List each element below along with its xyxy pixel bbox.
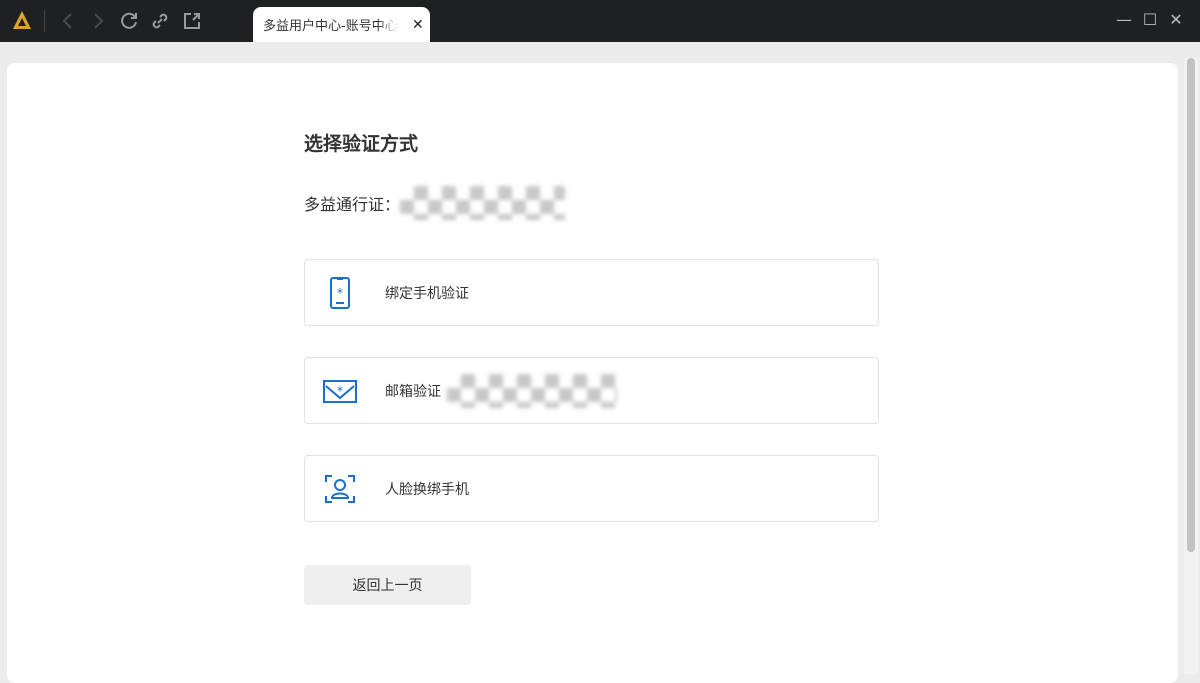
svg-text:*: * bbox=[337, 384, 343, 398]
option-phone-verify[interactable]: * 绑定手机验证 bbox=[304, 259, 879, 326]
svg-text:*: * bbox=[337, 286, 343, 300]
scrollbar-thumb[interactable] bbox=[1187, 58, 1195, 552]
close-tab-icon[interactable]: ✕ bbox=[412, 17, 424, 33]
forward-icon[interactable] bbox=[87, 10, 109, 32]
refresh-icon[interactable] bbox=[118, 10, 140, 32]
browser-toolbar: 多益用户中心-账号中心 ✕ — ☐ ✕ bbox=[0, 0, 1200, 42]
option-email-verify[interactable]: * 邮箱验证 bbox=[304, 357, 879, 424]
close-window-icon[interactable]: ✕ bbox=[1166, 10, 1186, 29]
tab-title: 多益用户中心-账号中心 bbox=[263, 19, 398, 34]
maximize-icon[interactable]: ☐ bbox=[1140, 10, 1160, 29]
option-face-rebind[interactable]: 人脸换绑手机 bbox=[304, 455, 879, 522]
app-logo-icon bbox=[13, 11, 31, 29]
option-label-text: 邮箱验证 bbox=[385, 383, 441, 400]
account-value-redacted bbox=[400, 186, 566, 220]
link-icon[interactable] bbox=[149, 10, 171, 32]
browser-tab[interactable]: 多益用户中心-账号中心 ✕ bbox=[253, 7, 430, 42]
mail-icon: * bbox=[323, 380, 357, 403]
account-row: 多益通行证： bbox=[304, 186, 566, 220]
option-label: 邮箱验证 bbox=[385, 373, 617, 408]
option-label: 绑定手机验证 bbox=[385, 285, 469, 302]
back-icon[interactable] bbox=[57, 10, 79, 32]
account-label: 多益通行证： bbox=[304, 195, 401, 214]
face-icon bbox=[325, 475, 355, 503]
email-value-redacted bbox=[447, 373, 617, 408]
page-title: 选择验证方式 bbox=[304, 133, 419, 155]
divider bbox=[44, 10, 45, 32]
phone-icon: * bbox=[330, 277, 350, 309]
open-external-icon[interactable] bbox=[181, 10, 203, 32]
minimize-icon[interactable]: — bbox=[1114, 10, 1134, 29]
scrollbar[interactable] bbox=[1184, 58, 1198, 674]
option-label: 人脸换绑手机 bbox=[385, 481, 469, 498]
back-button[interactable]: 返回上一页 bbox=[304, 565, 471, 605]
